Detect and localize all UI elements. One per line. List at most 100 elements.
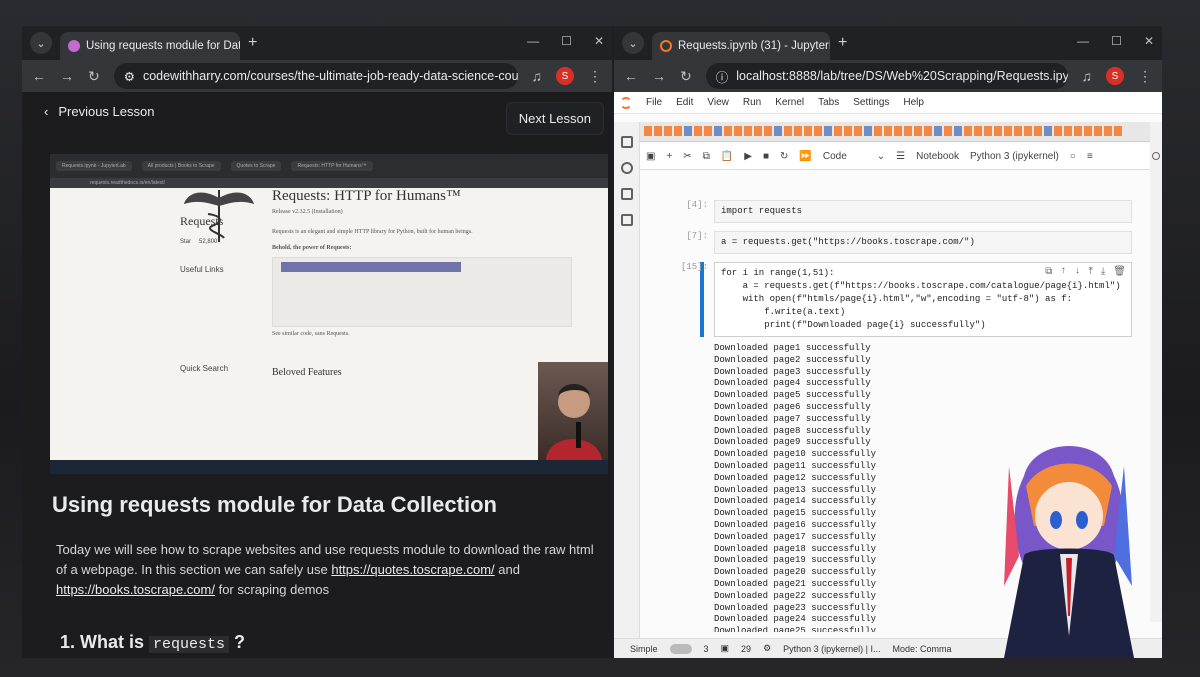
- notebook-tab[interactable]: [1094, 126, 1102, 136]
- menu-help[interactable]: Help: [903, 97, 924, 108]
- gear-icon[interactable]: [1152, 152, 1160, 160]
- avatar[interactable]: S: [1106, 67, 1124, 85]
- notebook-tab[interactable]: [974, 126, 982, 136]
- notebook-tab[interactable]: [924, 126, 932, 136]
- notebook-tab[interactable]: [704, 126, 712, 136]
- simple-mode-toggle[interactable]: [669, 643, 692, 654]
- move-down-icon[interactable]: ↓: [1074, 266, 1080, 278]
- forward-icon[interactable]: →: [60, 68, 74, 84]
- notebook-tab[interactable]: [694, 126, 702, 136]
- notebook-tab[interactable]: [824, 126, 832, 136]
- notebook-tab[interactable]: [854, 126, 862, 136]
- notebook-tab[interactable]: [884, 126, 892, 136]
- notebook-tab[interactable]: [1004, 126, 1012, 136]
- notebook-label[interactable]: Notebook: [916, 151, 959, 162]
- tab-search-icon[interactable]: ⌄: [622, 32, 644, 54]
- maximize-icon[interactable]: ☐: [1111, 34, 1122, 48]
- notebook-tab[interactable]: [1024, 126, 1032, 136]
- cell-source[interactable]: import requests: [714, 200, 1132, 223]
- folder-icon[interactable]: [620, 136, 633, 148]
- notebook-tab[interactable]: [984, 126, 992, 136]
- notebook-tab[interactable]: [794, 126, 802, 136]
- notebook-tab[interactable]: [764, 126, 772, 136]
- tab-search-icon[interactable]: ⌄: [30, 32, 52, 54]
- menu-file[interactable]: File: [646, 97, 662, 108]
- notebook-tab[interactable]: [1014, 126, 1022, 136]
- add-cell-icon[interactable]: +: [666, 151, 672, 162]
- notebook-tab[interactable]: [714, 126, 722, 136]
- notebook-tab[interactable]: [724, 126, 732, 136]
- running-icon[interactable]: [620, 162, 633, 174]
- notebook-tab[interactable]: [674, 126, 682, 136]
- cell-type-select[interactable]: Code ⌄: [823, 151, 885, 162]
- notebook-tab[interactable]: [1114, 126, 1122, 136]
- cut-icon[interactable]: ✂: [683, 151, 691, 162]
- copy-icon[interactable]: ⧉: [703, 151, 710, 162]
- notebook-tab[interactable]: [944, 126, 952, 136]
- code-cell-active[interactable]: [15]: for i in range(1,51): a = requests…: [640, 262, 1132, 337]
- close-window-icon[interactable]: ✕: [1144, 34, 1154, 48]
- site-info-icon[interactable]: ⓘ: [716, 67, 729, 86]
- forward-icon[interactable]: →: [652, 68, 666, 84]
- extension-icon[interactable]: [620, 214, 633, 226]
- kernel-name[interactable]: Python 3 (ipykernel): [970, 151, 1059, 162]
- notebook-tab[interactable]: [1084, 126, 1092, 136]
- notebook-tab[interactable]: [954, 126, 962, 136]
- restart-icon[interactable]: ↻: [780, 151, 788, 162]
- save-icon[interactable]: ▣: [646, 151, 655, 162]
- notebook-tab[interactable]: [814, 126, 822, 136]
- hamburger-icon[interactable]: ≡: [1087, 151, 1093, 162]
- notebook-tab[interactable]: [644, 126, 652, 136]
- notebook-tab[interactable]: [744, 126, 752, 136]
- menu-view[interactable]: View: [707, 97, 729, 108]
- notebook-tab[interactable]: [994, 126, 1002, 136]
- media-icon[interactable]: ♫: [532, 68, 543, 84]
- menu-kernel[interactable]: Kernel: [775, 97, 804, 108]
- cell-collapser[interactable]: [700, 262, 704, 337]
- maximize-icon[interactable]: ☐: [561, 34, 572, 48]
- menu-icon[interactable]: ⋮: [1138, 68, 1152, 85]
- notebook-tab[interactable]: [774, 126, 782, 136]
- duplicate-icon[interactable]: ⧉: [1045, 266, 1052, 278]
- notebook-tab[interactable]: [784, 126, 792, 136]
- property-inspector-icon[interactable]: ☰: [896, 151, 905, 162]
- notebook-tab[interactable]: [1064, 126, 1072, 136]
- menu-settings[interactable]: Settings: [853, 97, 889, 108]
- notebook-tab[interactable]: [914, 126, 922, 136]
- url-field[interactable]: ⚙ codewithharry.com/courses/the-ultimate…: [113, 63, 518, 89]
- code-cell[interactable]: [7]: a = requests.get("https://books.tos…: [640, 231, 1132, 254]
- stop-icon[interactable]: ■: [763, 151, 769, 162]
- notebook-tab[interactable]: [734, 126, 742, 136]
- new-tab-icon[interactable]: +: [248, 34, 257, 52]
- lesson-video[interactable]: Requests.ipynb - JupyterLab All products…: [50, 154, 608, 474]
- notebook-tab[interactable]: [834, 126, 842, 136]
- site-info-icon[interactable]: ⚙: [124, 69, 135, 84]
- notebook-tab[interactable]: [844, 126, 852, 136]
- notebook-tab[interactable]: [874, 126, 882, 136]
- menu-edit[interactable]: Edit: [676, 97, 693, 108]
- reload-icon[interactable]: ↻: [88, 68, 100, 85]
- minimize-icon[interactable]: —: [527, 34, 539, 48]
- run-icon[interactable]: ▶: [744, 151, 752, 162]
- next-lesson-button[interactable]: Next Lesson: [505, 102, 604, 135]
- back-icon[interactable]: ←: [624, 68, 638, 84]
- tab-active[interactable]: Using requests module for Data ✕: [60, 32, 240, 60]
- menu-run[interactable]: Run: [743, 97, 761, 108]
- insert-below-icon[interactable]: ⤓: [1101, 266, 1105, 278]
- notebook-tab[interactable]: [1104, 126, 1112, 136]
- notebook-tab[interactable]: [1074, 126, 1082, 136]
- notebook-tab[interactable]: [1034, 126, 1042, 136]
- books-link[interactable]: https://books.toscrape.com/: [56, 582, 215, 597]
- toc-icon[interactable]: [620, 188, 633, 200]
- media-icon[interactable]: ♫: [1082, 68, 1093, 84]
- notebook-tab[interactable]: [664, 126, 672, 136]
- status-kernel[interactable]: Python 3 (ipykernel) | I...: [783, 644, 880, 654]
- menu-tabs[interactable]: Tabs: [818, 97, 839, 108]
- tab-active[interactable]: Requests.ipynb (31) - JupyterLa ✕: [652, 32, 830, 60]
- notebook-tab[interactable]: [1054, 126, 1062, 136]
- notebook-tab[interactable]: [754, 126, 762, 136]
- avatar[interactable]: S: [556, 67, 574, 85]
- back-icon[interactable]: ←: [32, 68, 46, 84]
- notebook-tab[interactable]: [894, 126, 902, 136]
- code-cell[interactable]: [4]: import requests: [640, 200, 1132, 223]
